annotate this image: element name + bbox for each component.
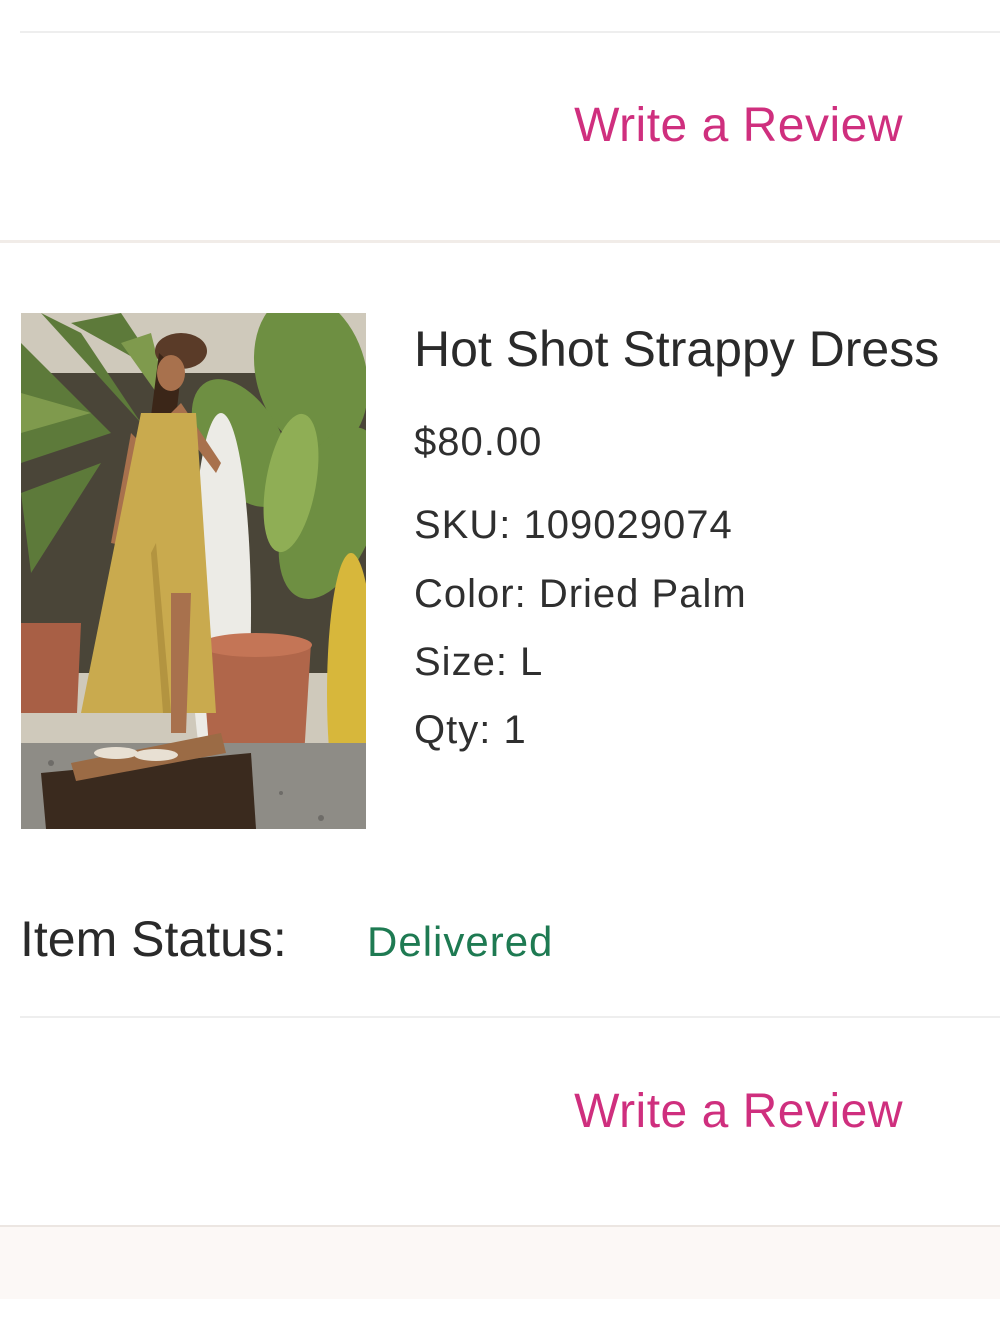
section-divider — [0, 240, 1000, 243]
product-price: $80.00 — [414, 420, 543, 464]
product-color: Color: Dried Palm — [414, 572, 747, 616]
divider — [20, 1016, 1000, 1018]
divider — [20, 31, 1000, 33]
product-title[interactable]: Hot Shot Strappy Dress — [414, 320, 939, 378]
write-review-link[interactable]: Write a Review — [574, 98, 903, 153]
product-size: Size: L — [414, 640, 544, 684]
product-sku: SKU: 109029074 — [414, 503, 733, 547]
product-image[interactable] — [21, 313, 366, 829]
footer-band — [0, 1225, 1000, 1299]
product-quantity: Qty: 1 — [414, 708, 527, 752]
order-details-page: Write a Review Hot Shot Strappy Dress $8… — [0, 0, 1000, 1333]
item-status-value: Delivered — [367, 918, 554, 965]
item-status-label: Item Status: — [20, 911, 287, 967]
write-review-link[interactable]: Write a Review — [574, 1084, 903, 1139]
